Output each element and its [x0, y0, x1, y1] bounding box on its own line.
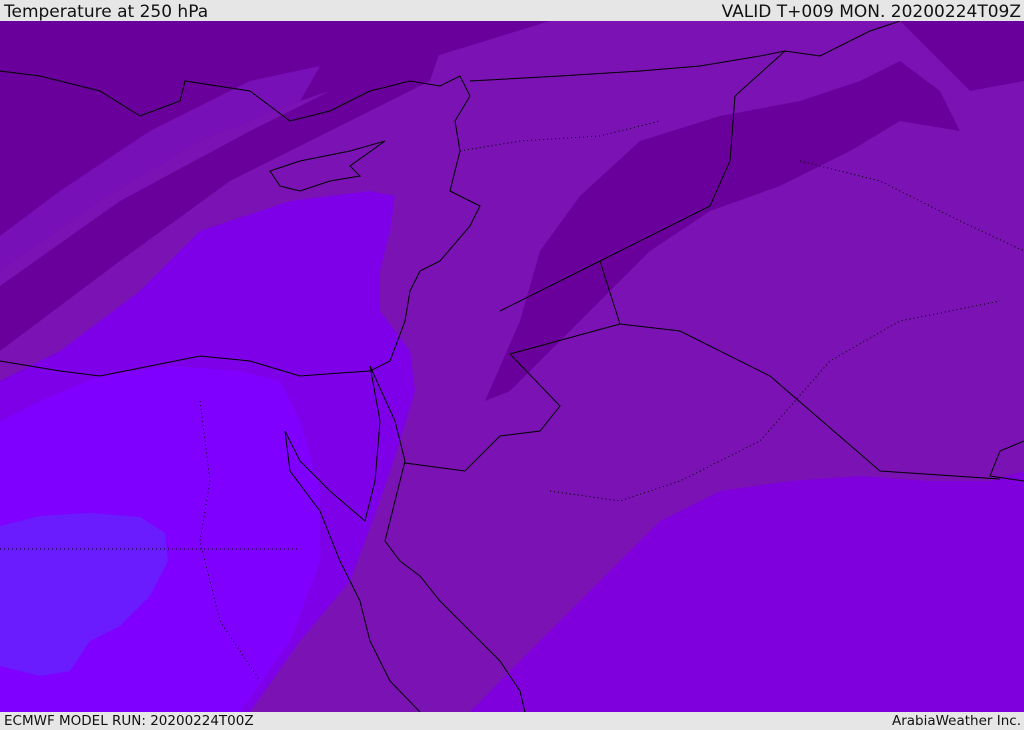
credit: ArabiaWeather Inc. — [891, 713, 1021, 729]
model-run: ECMWF MODEL RUN: 20200224T00Z — [4, 713, 254, 729]
temperature-map[interactable] — [0, 21, 1024, 712]
footer-bar: ECMWF MODEL RUN: 20200224T00Z ArabiaWeat… — [0, 712, 1024, 729]
header-bar: Temperature at 250 hPa VALID T+009 MON. … — [0, 0, 1024, 22]
